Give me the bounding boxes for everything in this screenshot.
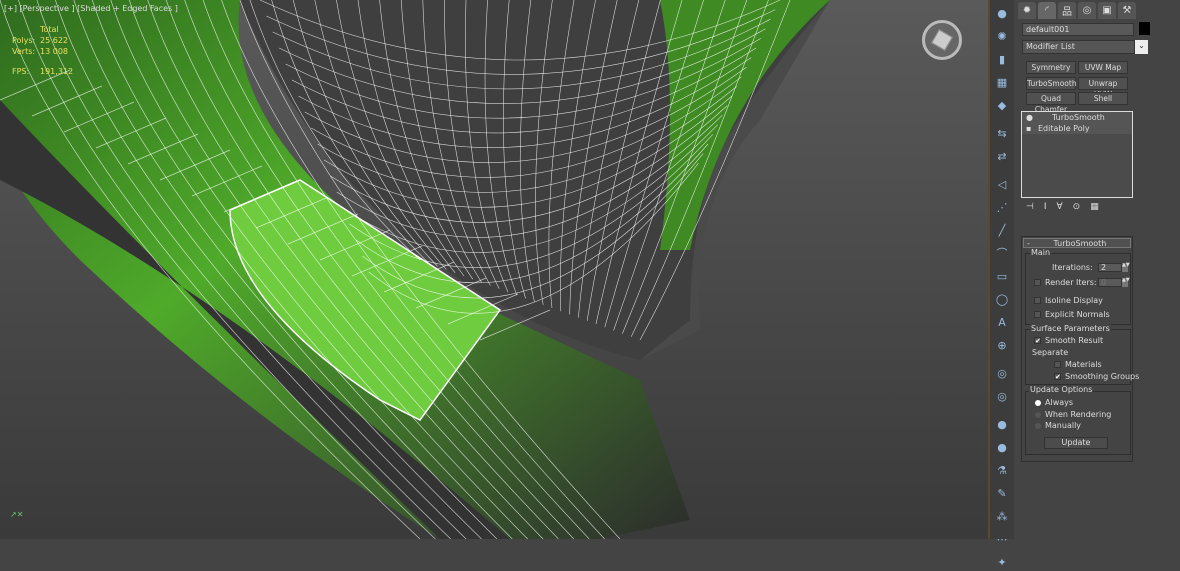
viewport-stats: Total Polys: 25 622 Verts: 13 008 FPS: 191,…: [12, 24, 73, 77]
cylinder-icon[interactable]: ▮: [993, 50, 1011, 68]
surface-parameters-group: Surface Parameters ✔ Smooth Result Separ…: [1025, 324, 1139, 385]
link-icon[interactable]: ⇆: [993, 124, 1011, 142]
select-icon[interactable]: ◁: [993, 175, 1011, 193]
axis-tripod-icon: ↗✕: [10, 510, 24, 519]
crosshair-icon[interactable]: ⊕: [993, 336, 1011, 354]
snap-toggle-icon[interactable]: ◎: [993, 387, 1011, 405]
rollout-header[interactable]: - TurboSmooth: [1023, 238, 1131, 248]
material-icon[interactable]: ●: [993, 415, 1011, 433]
object-name-field[interactable]: default001: [1022, 23, 1134, 36]
update-button[interactable]: Update: [1044, 437, 1108, 449]
spinner-arrows-icon[interactable]: ▲▼: [1122, 263, 1130, 272]
viewcube[interactable]: [922, 20, 962, 60]
smoothing-groups-checkbox[interactable]: ✔: [1054, 373, 1061, 381]
sphere-icon[interactable]: ●: [993, 4, 1011, 22]
fps-value: 191,312: [40, 67, 74, 76]
iterations-spinner[interactable]: 2: [1098, 263, 1122, 272]
stack-item-editable-poly[interactable]: ▪ Editable Poly: [1022, 123, 1132, 134]
modifier-button-turbosmooth[interactable]: TurboSmooth: [1026, 76, 1077, 90]
xyz-icon[interactable]: ⁂: [993, 507, 1011, 525]
utilities-tab[interactable]: ⚒: [1118, 2, 1136, 19]
polys-value: 25 622: [40, 36, 68, 45]
line-icon[interactable]: ╱: [993, 221, 1011, 239]
verts-value: 13 008: [40, 47, 68, 56]
materials-checkbox[interactable]: [1054, 361, 1061, 368]
unlink-icon[interactable]: ⇄: [993, 147, 1011, 165]
spinner-arrows-icon[interactable]: ▲▼: [1122, 278, 1130, 287]
render-iters-checkbox[interactable]: [1034, 279, 1041, 286]
perspective-viewport[interactable]: [+] [Perspective ] [Shaded + Edged Faces…: [0, 0, 988, 539]
configure-sets-icon[interactable]: ▦: [1090, 202, 1099, 212]
array-icon[interactable]: ⋯: [993, 530, 1011, 548]
tools-icon[interactable]: ✦: [993, 553, 1011, 571]
pin-stack-icon[interactable]: ⊣: [1026, 202, 1034, 212]
display-tab[interactable]: ▣: [1098, 2, 1116, 19]
spacewarp-icon[interactable]: ⋰: [993, 198, 1011, 216]
modifier-button-uvw-map[interactable]: UVW Map: [1078, 61, 1128, 74]
viewcube-cube-icon[interactable]: [931, 29, 953, 51]
circle-icon[interactable]: ◯: [993, 290, 1011, 308]
radio-manually[interactable]: [1035, 423, 1041, 429]
modifier-stack[interactable]: ● TurboSmooth ▪ Editable Poly: [1021, 111, 1133, 198]
viewport-label[interactable]: [+] [Perspective ] [Shaded + Edged Faces…: [4, 4, 178, 13]
box-icon[interactable]: ◆: [993, 96, 1011, 114]
turbosmooth-rollout: - TurboSmooth Main Iterations: 2 ▲▼ Rende…: [1021, 236, 1139, 462]
expand-icon[interactable]: ▪: [1026, 123, 1038, 133]
modifier-button-symmetry[interactable]: Symmetry: [1026, 61, 1076, 74]
radio-label: When Rendering: [1045, 409, 1112, 419]
remove-modifier-icon[interactable]: ⊙: [1073, 202, 1081, 212]
fps-label: FPS:: [12, 67, 30, 76]
command-toolbar: ● ✺ ▮ ▦ ◆ ⇆ ⇄ ◁ ⋰ ╱ ⌒ ▭ ◯ A ⊕ ◎ ◎ ● ● ⚗ ✎ ⁂ ⋯ ✦: [988, 0, 1014, 569]
modify-tab[interactable]: ◜: [1038, 2, 1056, 19]
create-tab[interactable]: ✹: [1018, 2, 1036, 19]
explicit-normals-checkbox[interactable]: [1034, 311, 1041, 318]
radio-label: Manually: [1045, 421, 1082, 430]
geosphere-icon[interactable]: ✺: [993, 27, 1011, 45]
make-unique-icon[interactable]: ∀: [1057, 202, 1063, 212]
snap-icon[interactable]: ◎: [993, 364, 1011, 382]
transform-icon[interactable]: ⚗: [993, 461, 1011, 479]
modifier-button-quad-chamfer[interactable]: Quad Chamfer: [1026, 92, 1076, 114]
command-panel: ✹ ◜ 品 ◎ ▣ ⚒ default001 Modifier List ⌄ Symmet…: [1014, 0, 1180, 539]
polys-label: Polys:: [12, 36, 36, 45]
render-icon[interactable]: ●: [993, 438, 1011, 456]
paint-icon[interactable]: ✎: [993, 484, 1011, 502]
panel-tabs: ✹ ◜ 品 ◎ ▣ ⚒: [1014, 0, 1180, 19]
grid-icon[interactable]: ▦: [993, 73, 1011, 91]
radio-when-rendering[interactable]: [1035, 411, 1041, 418]
modifier-list-dropdown[interactable]: Modifier List: [1022, 40, 1135, 54]
modifier-button-unwrap-uvw[interactable]: Unwrap UVW: [1078, 76, 1128, 99]
lasso-icon[interactable]: ⌒: [993, 244, 1011, 262]
render-iters-spinner[interactable]: 0: [1098, 278, 1122, 287]
verts-label: Verts:: [12, 47, 36, 56]
lightbulb-icon[interactable]: ●: [1026, 112, 1046, 122]
chevron-down-icon[interactable]: ⌄: [1135, 40, 1148, 54]
modifier-button-shell[interactable]: Shell: [1078, 92, 1128, 105]
mesh-render: [0, 0, 988, 539]
text-icon[interactable]: A: [993, 313, 1011, 331]
motion-tab[interactable]: ◎: [1078, 2, 1096, 19]
stack-toolbar: ⊣ Ⅰ ∀ ⊙ ▦: [1026, 202, 1099, 212]
main-group: Main Iterations: 2 ▲▼ Render Iters: 0 ▲▼…: [1025, 248, 1131, 325]
show-end-result-icon[interactable]: Ⅰ: [1044, 202, 1047, 212]
stack-item-turbosmooth[interactable]: ● TurboSmooth: [1022, 112, 1132, 123]
radio-label: Always: [1045, 398, 1074, 407]
smooth-result-checkbox[interactable]: ✔: [1034, 337, 1041, 345]
hierarchy-tab[interactable]: 品: [1058, 2, 1076, 19]
object-color-swatch[interactable]: [1139, 22, 1150, 35]
radio-always[interactable]: [1035, 400, 1041, 406]
region-icon[interactable]: ▭: [993, 267, 1011, 285]
isoline-display-checkbox[interactable]: [1034, 297, 1041, 304]
stats-header: Total: [40, 25, 59, 34]
